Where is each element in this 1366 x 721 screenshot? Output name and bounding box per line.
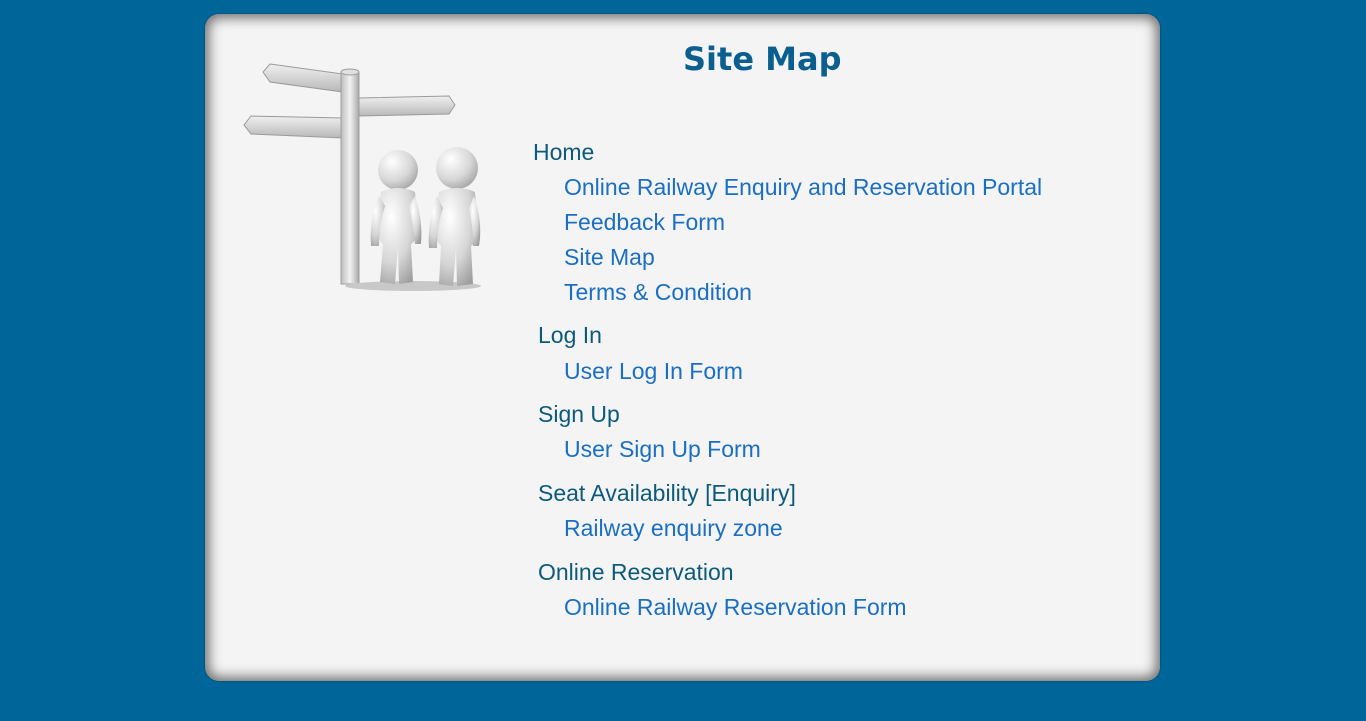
link-terms-condition[interactable]: Terms & Condition (564, 279, 752, 306)
section-sign-up[interactable]: Sign Up (538, 401, 620, 428)
link-user-sign-up-form[interactable]: User Sign Up Form (564, 436, 761, 463)
sitemap-panel: Site Map Home Online Railway Enquiry and… (205, 14, 1160, 681)
section-log-in[interactable]: Log In (538, 322, 602, 349)
section-home[interactable]: Home (533, 139, 594, 166)
link-online-railway-reservation-form[interactable]: Online Railway Reservation Form (564, 594, 907, 621)
link-user-log-in-form[interactable]: User Log In Form (564, 358, 743, 385)
signpost-figures-illustration (243, 63, 481, 291)
link-railway-enquiry-zone[interactable]: Railway enquiry zone (564, 515, 783, 542)
link-portal[interactable]: Online Railway Enquiry and Reservation P… (564, 174, 1042, 201)
link-feedback-form[interactable]: Feedback Form (564, 209, 725, 236)
section-online-reservation[interactable]: Online Reservation (538, 559, 734, 586)
section-seat-availability[interactable]: Seat Availability [Enquiry] (538, 480, 796, 507)
page-title: Site Map (683, 40, 842, 78)
link-site-map[interactable]: Site Map (564, 244, 655, 271)
